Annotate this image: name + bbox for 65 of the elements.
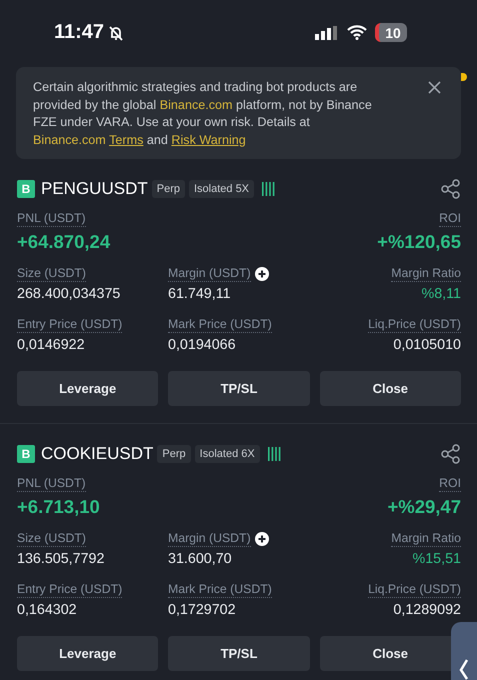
action-button[interactable]: TP/SL [168,636,310,671]
field-value: %15,51 [412,551,461,567]
field-label: Margin Ratio [391,530,461,547]
clock-time: 11:47 [54,21,104,44]
contract-tag: Perp [157,445,191,463]
field-value: 0,1289092 [393,602,461,618]
field-label: ROI [439,210,461,227]
field-label: ROI [439,475,461,492]
field-value: 0,0105010 [393,337,461,353]
share-icon[interactable] [441,444,461,464]
adl-bars-icon [262,182,276,196]
pnl-value: +6.713,10 [17,496,101,518]
add-icon[interactable] [254,266,269,280]
field-label: PNL (USDT) [17,210,86,227]
symbol-title: COOKIEUSDT [41,444,154,464]
signal-icon [315,26,339,40]
share-icon[interactable] [441,179,461,199]
field-value: 0,164302 [17,602,78,618]
binance-link[interactable]: Binance.com [160,98,233,112]
field-label: Entry Price (USDT) [17,316,122,333]
field-label: Margin (USDT) [168,265,251,282]
field-value: 31.600,70 [168,551,233,567]
field-label: Size (USDT) [17,265,86,282]
close-icon[interactable] [428,81,441,94]
action-button[interactable]: Leverage [17,636,158,671]
binance-link[interactable]: Binance.com [33,132,110,146]
pnl-value: +64.870,24 [17,231,112,253]
contract-tag: Perp [152,180,185,198]
action-button[interactable]: Close [320,371,461,406]
field-value: 0,0146922 [17,337,86,353]
exchange-badge: B [17,445,35,463]
wifi-icon [347,25,367,40]
chevron-left-icon [458,658,470,680]
field-value: %8,11 [422,286,461,302]
field-label: PNL (USDT) [17,475,86,492]
add-icon[interactable] [254,532,269,546]
field-label: Size (USDT) [17,530,86,547]
field-label: Mark Price (USDT) [168,316,272,333]
field-value: 0,1729702 [168,602,237,618]
field-label: Entry Price (USDT) [17,581,122,598]
side-menu[interactable] [451,622,477,680]
exchange-badge: B [17,180,35,198]
adl-bars-icon [268,447,281,461]
margin-mode-tag: Isolated 5X [188,180,254,198]
field-label: Liq.Price (USDT) [368,581,461,598]
roi-value: +%120,65 [377,231,461,253]
symbol-title: PENGUUSDT [41,179,148,199]
bell-muted-icon [108,24,124,40]
field-value: 0,0194066 [168,337,237,353]
field-label: Liq.Price (USDT) [368,316,461,333]
field-label: Mark Price (USDT) [168,581,272,598]
battery-level: 10 [375,23,407,42]
indicator-icon [461,73,467,81]
margin-mode-tag: Isolated 6X [194,445,260,463]
field-label: Margin (USDT) [168,530,251,547]
notice-text: Certain algorithmic strategies and trading bot products are provided by the global Binance.com platform, not by Binance FZE under VARA. Use at your own risk. Details at Binance.com Terms and Risk Warning [33,79,373,149]
field-value: 136.505,7792 [17,551,106,567]
field-value: 268.400,034375 [17,286,122,302]
field-label: Margin Ratio [391,265,461,282]
terms-link[interactable]: Risk Warning [171,132,246,146]
action-button[interactable]: Leverage [17,371,158,406]
roi-value: +%29,47 [387,496,461,518]
field-value: 61.749,11 [168,286,232,302]
terms-link[interactable]: Terms [109,132,144,146]
action-button[interactable]: TP/SL [168,371,310,406]
